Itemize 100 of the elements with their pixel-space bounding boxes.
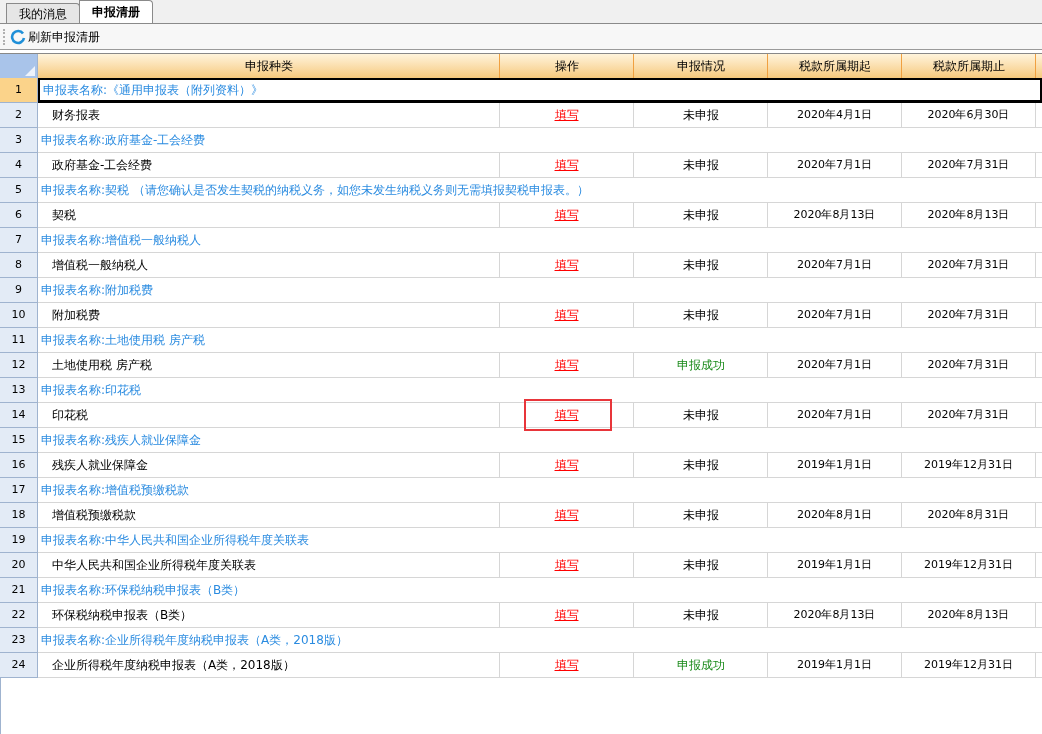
table-cell: 2020年7月1日: [768, 403, 902, 428]
fill-in-link[interactable]: 填写: [554, 506, 579, 524]
table-cell: 2020年4月1日: [768, 103, 902, 128]
fill-in-link[interactable]: 填写: [554, 406, 579, 424]
table-cell: 2020年8月13日: [768, 603, 902, 628]
row-number: 18: [0, 503, 38, 528]
fill-in-link[interactable]: 填写: [554, 256, 579, 274]
row-number: 24: [0, 653, 38, 678]
group-title-cell: 申报表名称:中华人民共和国企业所得税年度关联表: [38, 528, 1042, 553]
row-number: 4: [0, 153, 38, 178]
status-cell: 未申报: [634, 303, 768, 328]
group-title-cell: 申报表名称:附加税费: [38, 278, 1042, 303]
group-title-cell: 申报表名称:环保税纳税申报表（B类）: [38, 578, 1042, 603]
table-cell: 增值税预缴税款: [38, 503, 500, 528]
table-cell: 2019年12月31日: [902, 453, 1036, 478]
row-number: 23: [0, 628, 38, 653]
status-cell: 未申报: [634, 153, 768, 178]
row-number: 2: [0, 103, 38, 128]
table-cell: 2020年8月1日: [768, 503, 902, 528]
fill-in-link[interactable]: 填写: [554, 656, 579, 674]
table-cell: 2020年7月31日: [902, 303, 1036, 328]
row-number: 8: [0, 253, 38, 278]
status-cell: 申报成功: [634, 353, 768, 378]
table-cell: 2020年6月30日: [902, 103, 1036, 128]
table-cell: 2020年8月13日: [902, 603, 1036, 628]
table-cell: 2019年12月31日: [902, 653, 1036, 678]
status-cell: 未申报: [634, 503, 768, 528]
fill-in-link[interactable]: 填写: [554, 556, 579, 574]
table-cell: 契税: [38, 203, 500, 228]
group-title-cell: 申报表名称:增值税一般纳税人: [38, 228, 1042, 253]
refresh-button[interactable]: 刷新申报清册: [8, 25, 102, 48]
table-cell: 残疾人就业保障金: [38, 453, 500, 478]
table-cell: 2019年1月1日: [768, 453, 902, 478]
fill-in-link[interactable]: 填写: [554, 106, 579, 124]
row-number: 7: [0, 228, 38, 253]
row-number: 21: [0, 578, 38, 603]
tab[interactable]: 我的消息: [6, 3, 80, 23]
status-cell: 未申报: [634, 403, 768, 428]
table-cell: 2020年7月31日: [902, 353, 1036, 378]
status-cell: 申报成功: [634, 653, 768, 678]
group-title-cell: 申报表名称:印花税: [38, 378, 1042, 403]
group-title-cell: 申报表名称:增值税预缴税款: [38, 478, 1042, 503]
refresh-icon: [10, 28, 26, 45]
row-number: 19: [0, 528, 38, 553]
group-title-cell: 申报表名称:政府基金-工会经费: [38, 128, 1042, 153]
table-cell: 环保税纳税申报表（B类）: [38, 603, 500, 628]
row-number: 3: [0, 128, 38, 153]
row-number: 11: [0, 328, 38, 353]
group-title-cell: 申报表名称:土地使用税 房产税: [38, 328, 1042, 353]
group-title-cell: 申报表名称:企业所得税年度纳税申报表（A类，2018版）: [38, 628, 1042, 653]
column-header[interactable]: 税款所属期止: [902, 54, 1036, 78]
table-cell: 土地使用税 房产税: [38, 353, 500, 378]
status-cell: 未申报: [634, 453, 768, 478]
column-header[interactable]: 税款所属期起: [768, 54, 902, 78]
group-title-cell: 申报表名称:残疾人就业保障金: [38, 428, 1042, 453]
table-cell: 2020年7月31日: [902, 403, 1036, 428]
group-title-cell: 申报表名称:契税 （请您确认是否发生契税的纳税义务，如您未发生纳税义务则无需填报契税申报表。）: [38, 178, 1042, 203]
tab[interactable]: 申报清册: [79, 0, 153, 23]
fill-in-link[interactable]: 填写: [554, 606, 579, 624]
row-number: 16: [0, 453, 38, 478]
fill-in-link[interactable]: 填写: [554, 356, 579, 374]
row-number: 6: [0, 203, 38, 228]
table-cell: 政府基金-工会经费: [38, 153, 500, 178]
status-cell: 未申报: [634, 203, 768, 228]
table-cell: 2019年1月1日: [768, 553, 902, 578]
status-cell: 未申报: [634, 553, 768, 578]
table-cell: 财务报表: [38, 103, 500, 128]
column-header[interactable]: 操作: [500, 54, 634, 78]
row-number: 12: [0, 353, 38, 378]
row-number: 17: [0, 478, 38, 503]
row-number: 14: [0, 403, 38, 428]
table-cell: 印花税: [38, 403, 500, 428]
column-header[interactable]: 申报种类: [38, 54, 500, 78]
fill-in-link[interactable]: 填写: [554, 156, 579, 174]
table-cell: 2020年7月1日: [768, 353, 902, 378]
row-number: 10: [0, 303, 38, 328]
row-number: 20: [0, 553, 38, 578]
row-number: 13: [0, 378, 38, 403]
row-number: 15: [0, 428, 38, 453]
table-cell: 2020年8月31日: [902, 503, 1036, 528]
column-header: [1036, 54, 1042, 78]
group-title-cell: 申报表名称:《通用申报表（附列资料）》: [38, 78, 1042, 103]
table-cell: 2020年7月1日: [768, 303, 902, 328]
corner-triangle-icon: [25, 66, 35, 76]
table-cell: 2020年7月31日: [902, 153, 1036, 178]
status-cell: 未申报: [634, 103, 768, 128]
table-cell: 附加税费: [38, 303, 500, 328]
column-header[interactable]: 申报情况: [634, 54, 768, 78]
table-cell: 企业所得税年度纳税申报表（A类，2018版）: [38, 653, 500, 678]
row-number: 1: [0, 78, 38, 103]
table-cell: 2020年7月31日: [902, 253, 1036, 278]
fill-in-link[interactable]: 填写: [554, 456, 579, 474]
row-number: 9: [0, 278, 38, 303]
table-cell: 2019年1月1日: [768, 653, 902, 678]
table-cell: 2020年8月13日: [768, 203, 902, 228]
fill-in-link[interactable]: 填写: [554, 306, 579, 324]
fill-in-link[interactable]: 填写: [554, 206, 579, 224]
table-cell: 2019年12月31日: [902, 553, 1036, 578]
table-cell: 2020年8月13日: [902, 203, 1036, 228]
status-cell: 未申报: [634, 603, 768, 628]
